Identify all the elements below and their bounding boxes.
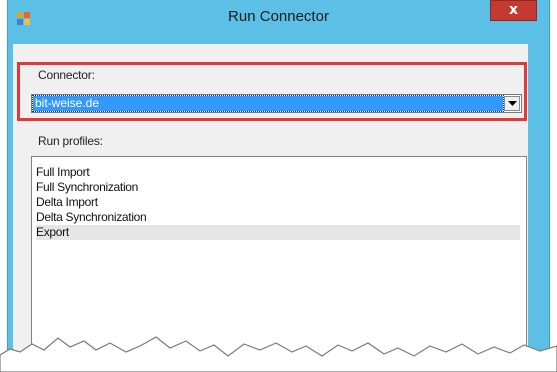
torn-edge bbox=[0, 336, 557, 372]
